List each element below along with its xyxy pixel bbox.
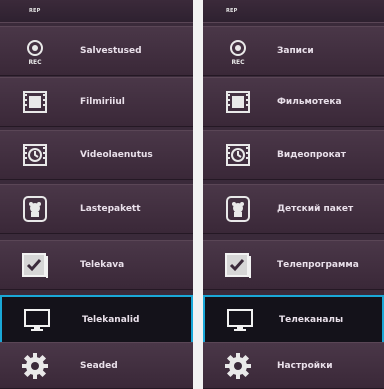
kids-bear-icon: [20, 194, 50, 224]
menu-top-strip: REP: [0, 0, 193, 23]
menu-item-lastepakett[interactable]: Lastepakett: [0, 184, 193, 234]
video-clock-icon: [20, 140, 50, 170]
menu-item-label: Настройки: [277, 360, 333, 371]
menu-item-videoprokat[interactable]: Видеопрокат: [203, 130, 384, 180]
video-clock-icon: [223, 140, 253, 170]
menu-item-label: Salvestused: [80, 46, 142, 56]
checkbox-icon: [20, 250, 50, 280]
menu-item-nastroyki[interactable]: Настройки: [203, 342, 384, 389]
menu-top-strip: REP: [203, 0, 384, 23]
menu-item-seaded[interactable]: Seaded: [0, 342, 193, 389]
menu-panel-estonian: REP REC Salvestused Filmiriiul Videolaen…: [0, 0, 193, 389]
menu-item-zapisi[interactable]: REC Записи: [203, 26, 384, 76]
film-icon: [223, 87, 253, 117]
svg-text:REC: REC: [28, 59, 42, 66]
menu-item-label: Seaded: [80, 360, 118, 371]
menu-item-label: Телеканалы: [279, 315, 344, 325]
top-item-label: REP: [29, 8, 41, 14]
menu-item-filmiriiul[interactable]: Filmiriiul: [0, 77, 193, 127]
menu-item-teleprogramma[interactable]: Телепрограмма: [203, 240, 384, 290]
menu-panel-russian: REP REC Записи Фильмотека Видеопрокат Де…: [203, 0, 384, 389]
menu-item-label: Видеопрокат: [277, 150, 346, 160]
menu-item-telekava[interactable]: Telekava: [0, 240, 193, 290]
tv-monitor-icon: [225, 305, 255, 335]
menu-item-label: Lastepakett: [80, 204, 141, 214]
checkbox-icon: [223, 250, 253, 280]
gear-icon: [20, 351, 50, 381]
menu-item-label: Записи: [277, 46, 314, 56]
menu-item-label: Фильмотека: [277, 97, 342, 107]
top-item-label: REP: [226, 8, 238, 14]
menu-item-telekanalid[interactable]: Telekanalid: [0, 295, 193, 345]
menu-item-label: Детский пакет: [277, 204, 354, 214]
menu-item-detskiy-paket[interactable]: Детский пакет: [203, 184, 384, 234]
gear-icon: [223, 351, 253, 381]
menu-item-label: Телепрограмма: [277, 260, 359, 270]
menu-item-salvestused[interactable]: REC Salvestused: [0, 26, 193, 76]
rec-icon: REC: [223, 36, 253, 66]
tv-monitor-icon: [22, 305, 52, 335]
menu-item-videolaenutus[interactable]: Videolaenutus: [0, 130, 193, 180]
menu-item-label: Telekava: [80, 260, 125, 270]
kids-bear-icon: [223, 194, 253, 224]
rec-icon: REC: [20, 36, 50, 66]
menu-item-filmoteka[interactable]: Фильмотека: [203, 77, 384, 127]
menu-item-label: Videolaenutus: [80, 150, 153, 160]
menu-item-label: Telekanalid: [82, 315, 140, 325]
svg-text:REC: REC: [231, 59, 245, 66]
menu-item-telekanaly[interactable]: Телеканалы: [203, 295, 384, 345]
film-icon: [20, 87, 50, 117]
menu-item-label: Filmiriiul: [80, 97, 125, 107]
